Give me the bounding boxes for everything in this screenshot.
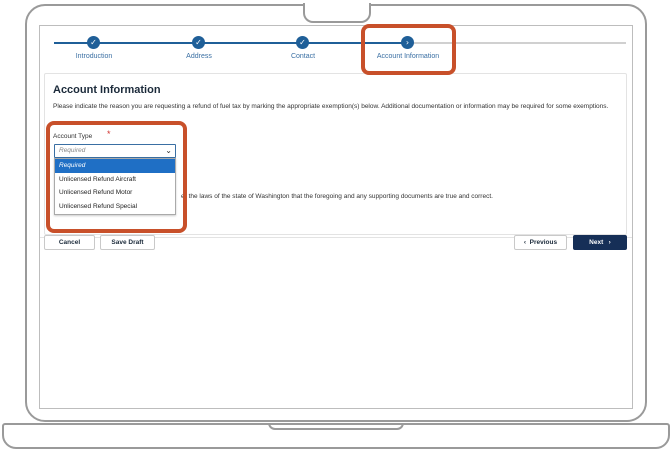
step-introduction-check-icon[interactable]: ✓: [87, 36, 100, 49]
previous-button[interactable]: ‹ Previous: [514, 235, 567, 250]
save-draft-button[interactable]: Save Draft: [100, 235, 155, 250]
next-button[interactable]: Next ›: [573, 235, 627, 250]
step-contact-label[interactable]: Contact: [263, 53, 343, 60]
callout-highlight-account-information-step: [361, 24, 456, 75]
callout-highlight-account-type-dropdown: [46, 121, 187, 233]
stepper-progress-line: [54, 42, 406, 44]
panel-description: Please indicate the reason you are reque…: [53, 103, 609, 110]
certification-statement: er the laws of the state of Washington t…: [181, 193, 493, 200]
chevron-right-icon: ›: [608, 239, 611, 246]
laptop-notch: [303, 3, 371, 23]
chevron-left-icon: ‹: [523, 239, 527, 246]
page-title: Account Information: [53, 84, 161, 96]
step-introduction-label[interactable]: Introduction: [54, 53, 134, 60]
step-address-label[interactable]: Address: [159, 53, 239, 60]
step-contact-check-icon[interactable]: ✓: [296, 36, 309, 49]
cancel-button[interactable]: Cancel: [44, 235, 95, 250]
progress-stepper: ✓ Introduction ✓ Address ✓ Contact › Acc…: [40, 26, 632, 70]
next-button-label: Next: [589, 239, 604, 246]
previous-button-label: Previous: [529, 239, 558, 246]
step-address-check-icon[interactable]: ✓: [192, 36, 205, 49]
laptop-base-groove: [268, 423, 404, 430]
